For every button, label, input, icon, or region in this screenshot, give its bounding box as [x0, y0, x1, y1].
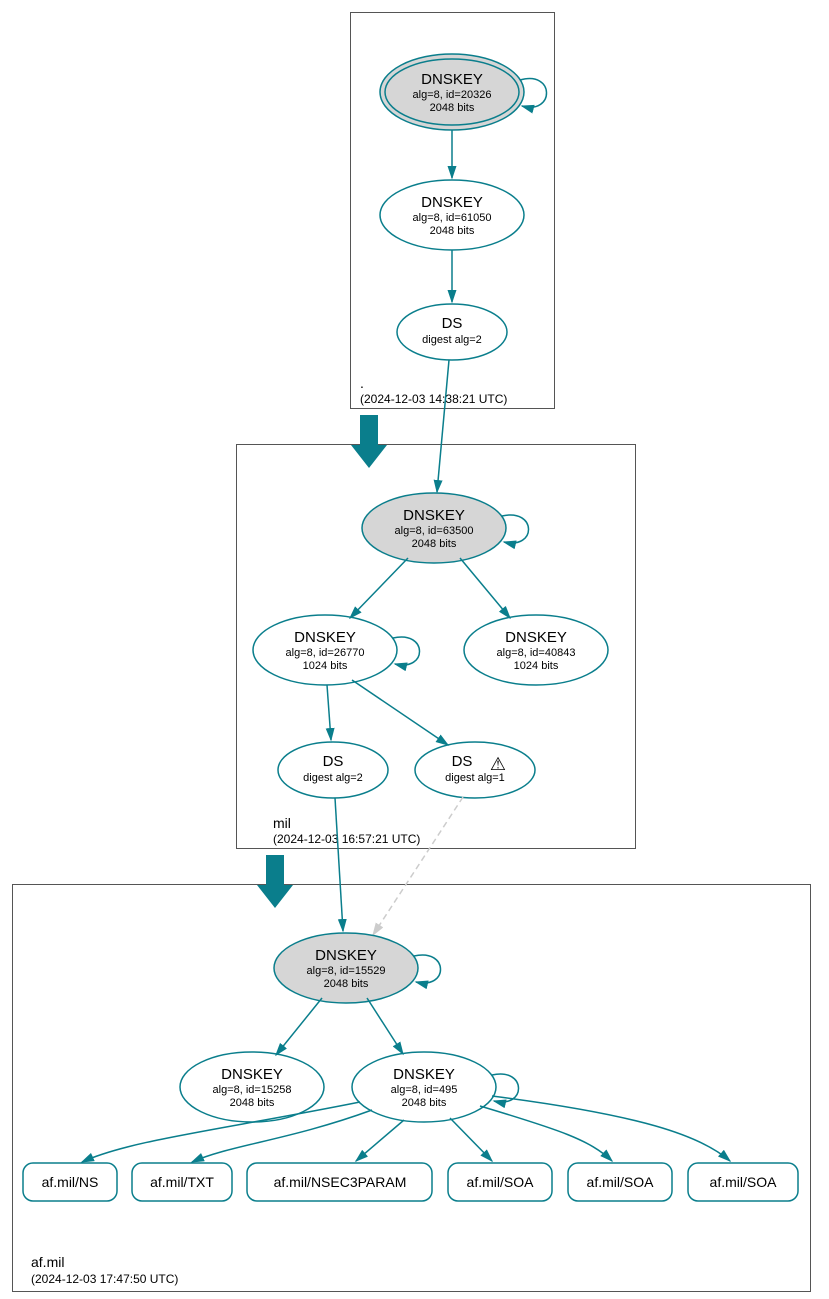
edge-milds2-afk1 — [373, 797, 463, 935]
edge-afk3-r5 — [480, 1106, 612, 1161]
edge-afk1-afk3 — [367, 998, 403, 1054]
edge-milk1-milk3 — [460, 558, 510, 618]
svg-text:alg=8, id=26770: alg=8, id=26770 — [286, 647, 365, 659]
record-nsec3param: af.mil/NSEC3PARAM — [247, 1163, 432, 1201]
svg-text:alg=8, id=495: alg=8, id=495 — [391, 1084, 458, 1096]
svg-text:alg=8, id=40843: alg=8, id=40843 — [497, 647, 576, 659]
svg-text:DS: DS — [452, 753, 473, 770]
edge-rootds-milk1 — [437, 360, 449, 492]
record-soa-1: af.mil/SOA — [448, 1163, 552, 1201]
svg-text:DS: DS — [442, 315, 463, 332]
svg-text:af.mil/SOA: af.mil/SOA — [710, 1174, 778, 1190]
svg-text:2048 bits: 2048 bits — [324, 978, 369, 990]
delegation-arrow-mil-afmil — [257, 855, 293, 908]
edge-afk3-r4 — [450, 1118, 492, 1161]
record-soa-3: af.mil/SOA — [688, 1163, 798, 1201]
svg-text:digest alg=2: digest alg=2 — [422, 334, 482, 346]
svg-text:alg=8, id=61050: alg=8, id=61050 — [413, 212, 492, 224]
edge-milds1-afk1 — [335, 798, 343, 931]
node-root-ds: DS digest alg=2 — [397, 304, 507, 360]
svg-text:alg=8, id=63500: alg=8, id=63500 — [395, 525, 474, 537]
edge-afk3-r6 — [492, 1096, 730, 1161]
node-root-dnskey-20326: DNSKEY alg=8, id=20326 2048 bits — [380, 54, 524, 130]
warning-icon: ⚠ — [490, 754, 506, 774]
node-afmil-dnskey-15529: DNSKEY alg=8, id=15529 2048 bits — [274, 933, 418, 1003]
record-ns: af.mil/NS — [23, 1163, 117, 1201]
svg-text:alg=8, id=15529: alg=8, id=15529 — [307, 965, 386, 977]
svg-text:af.mil/NSEC3PARAM: af.mil/NSEC3PARAM — [274, 1174, 407, 1190]
svg-text:DNSKEY: DNSKEY — [505, 629, 567, 646]
svg-text:2048 bits: 2048 bits — [412, 538, 457, 550]
svg-text:af.mil/TXT: af.mil/TXT — [150, 1174, 214, 1190]
node-mil-dnskey-63500: DNSKEY alg=8, id=63500 2048 bits — [362, 493, 506, 563]
svg-text:DNSKEY: DNSKEY — [421, 194, 483, 211]
svg-text:af.mil/SOA: af.mil/SOA — [587, 1174, 655, 1190]
node-afmil-dnskey-495: DNSKEY alg=8, id=495 2048 bits — [352, 1052, 496, 1122]
svg-text:digest alg=2: digest alg=2 — [303, 772, 363, 784]
node-mil-ds1: DS digest alg=2 — [278, 742, 388, 798]
edge-milk2-milds1 — [327, 685, 331, 740]
node-afmil-dnskey-15258: DNSKEY alg=8, id=15258 2048 bits — [180, 1052, 324, 1122]
edge-milk2-milds2 — [352, 680, 448, 745]
svg-text:DS: DS — [323, 753, 344, 770]
edge-milk1-milk2 — [350, 558, 408, 618]
svg-text:af.mil/SOA: af.mil/SOA — [467, 1174, 535, 1190]
node-mil-dnskey-26770: DNSKEY alg=8, id=26770 1024 bits — [253, 615, 397, 685]
edge-afk3-r3 — [356, 1120, 404, 1161]
svg-text:2048 bits: 2048 bits — [430, 225, 475, 237]
svg-text:1024 bits: 1024 bits — [303, 660, 348, 672]
edge-afk1-afk2 — [276, 998, 322, 1055]
svg-text:1024 bits: 1024 bits — [514, 660, 559, 672]
svg-text:DNSKEY: DNSKEY — [403, 507, 465, 524]
svg-text:alg=8, id=15258: alg=8, id=15258 — [213, 1084, 292, 1096]
record-soa-2: af.mil/SOA — [568, 1163, 672, 1201]
svg-text:DNSKEY: DNSKEY — [221, 1066, 283, 1083]
svg-text:2048 bits: 2048 bits — [230, 1097, 275, 1109]
record-txt: af.mil/TXT — [132, 1163, 232, 1201]
svg-text:DNSKEY: DNSKEY — [393, 1066, 455, 1083]
svg-text:DNSKEY: DNSKEY — [294, 629, 356, 646]
svg-text:af.mil/NS: af.mil/NS — [42, 1174, 99, 1190]
svg-text:2048 bits: 2048 bits — [430, 102, 475, 114]
node-root-dnskey-61050: DNSKEY alg=8, id=61050 2048 bits — [380, 180, 524, 250]
node-mil-ds2: DS ⚠ digest alg=1 — [415, 742, 535, 798]
svg-text:digest alg=1: digest alg=1 — [445, 772, 505, 784]
delegation-arrow-root-mil — [351, 415, 387, 468]
svg-text:DNSKEY: DNSKEY — [315, 947, 377, 964]
svg-text:2048 bits: 2048 bits — [402, 1097, 447, 1109]
svg-text:alg=8, id=20326: alg=8, id=20326 — [413, 89, 492, 101]
node-mil-dnskey-40843: DNSKEY alg=8, id=40843 1024 bits — [464, 615, 608, 685]
svg-text:DNSKEY: DNSKEY — [421, 71, 483, 88]
